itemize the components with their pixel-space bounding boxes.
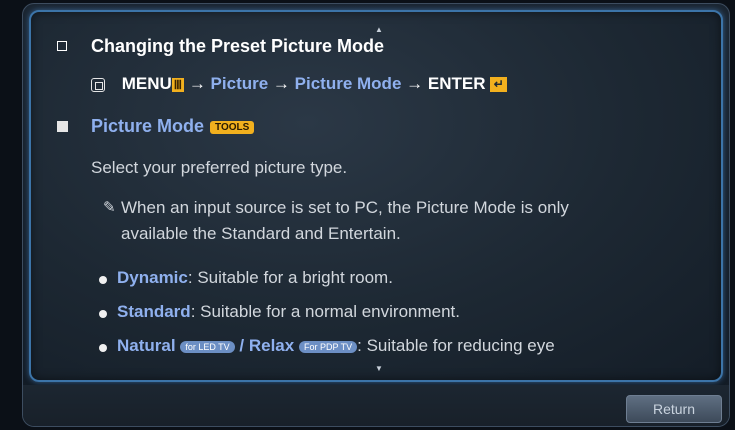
help-window: ▲ Changing the Preset Picture Mode MENU Ⅲ… — [22, 3, 730, 427]
path-picture-mode: Picture Mode — [294, 74, 402, 93]
enter-icon: ↵ — [490, 77, 508, 93]
list-item-standard: Standard: Suitable for a normal environm… — [117, 302, 460, 322]
content-panel[interactable]: ▲ Changing the Preset Picture Mode MENU Ⅲ… — [29, 10, 723, 382]
remote-menu-icon — [91, 77, 105, 92]
return-button[interactable]: Return — [626, 395, 722, 423]
note-line-1: When an input source is set to PC, the P… — [121, 198, 569, 217]
path-arrow: → — [272, 74, 290, 93]
list-item-natural-relax: Natural for LED TV / Relax For PDP TV: S… — [117, 336, 555, 356]
path-arrow: → — [406, 74, 424, 93]
mode-name: Natural — [117, 336, 176, 355]
description: Select your preferred picture type. — [91, 158, 348, 177]
pdp-tv-badge: For PDP TV — [298, 340, 358, 353]
menu-path: MENU Ⅲ → Picture → Picture Mode → ENTER ↵ — [91, 74, 508, 94]
section-bullet-icon — [57, 41, 67, 51]
path-menu: MENU — [121, 74, 172, 93]
mode-name: Standard — [117, 302, 191, 321]
mode-desc: : Suitable for reducing eye — [357, 336, 555, 355]
path-enter: ENTER — [427, 74, 486, 93]
scroll-down-icon[interactable]: ▼ — [375, 364, 383, 373]
subsection-heading: Picture Mode TOOLS — [91, 116, 255, 137]
mode-name-2: Relax — [248, 336, 295, 355]
section-title: Changing the Preset Picture Mode — [91, 36, 385, 56]
subsection-title: Picture Mode — [91, 116, 205, 136]
path-picture: Picture — [210, 74, 269, 93]
path-arrow: → — [188, 74, 206, 93]
mode-desc: : Suitable for a bright room. — [187, 268, 393, 287]
mode-separator: / — [234, 336, 249, 355]
scroll-up-icon[interactable]: ▲ — [375, 25, 383, 34]
note-line-2: available the Standard and Entertain. — [121, 224, 401, 243]
led-tv-badge: for LED TV — [180, 340, 235, 353]
list-bullet-icon — [99, 310, 107, 318]
list-bullet-icon — [99, 276, 107, 284]
subsection-bullet-icon — [57, 121, 68, 132]
tools-badge: TOOLS — [210, 120, 255, 134]
mode-desc: : Suitable for a normal environment. — [190, 302, 460, 321]
menu-bars-icon: Ⅲ — [171, 77, 185, 92]
footer-bar: Return — [23, 385, 729, 426]
mode-name: Dynamic — [117, 268, 188, 287]
list-item-dynamic: Dynamic: Suitable for a bright room. — [117, 268, 393, 288]
list-bullet-icon — [99, 344, 107, 352]
note-icon: ✎ — [103, 199, 116, 216]
